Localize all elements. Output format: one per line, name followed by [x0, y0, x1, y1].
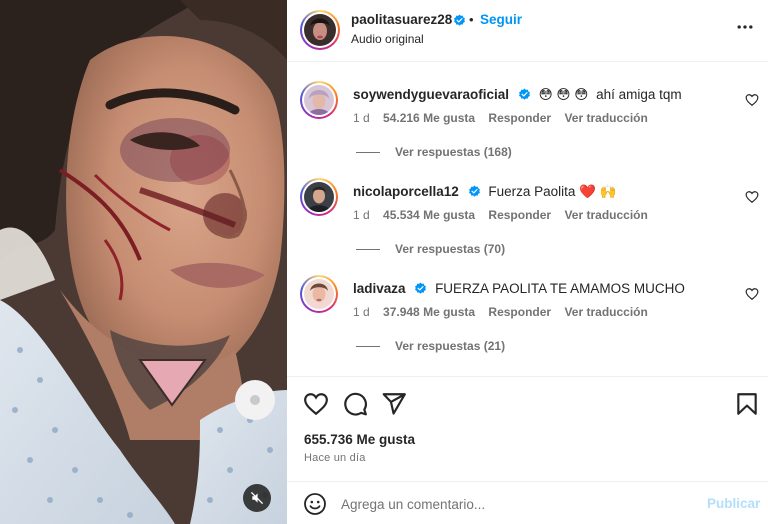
audio-label[interactable]: Audio original [351, 32, 424, 46]
emoji-smiley-icon[interactable] [303, 492, 327, 516]
reply-button[interactable]: Responder [488, 208, 551, 222]
comment-bubble-icon[interactable] [342, 391, 368, 417]
view-replies-button[interactable]: Ver respuestas (21) [356, 339, 505, 353]
comment-item: soywendyguevaraoficial 😳 😳 😳 ahí amiga t… [287, 63, 768, 160]
replies-label: Ver respuestas (21) [395, 339, 506, 353]
verified-badge-icon [518, 88, 530, 100]
comment-meta: 1 d 45.534 Me gusta Responder Ver traduc… [353, 208, 658, 222]
comment-likes[interactable]: 54.216 Me gusta [383, 111, 475, 125]
likes-count[interactable]: 655.736 Me gusta [304, 432, 415, 447]
comment-text: ahí amiga tqm [596, 87, 682, 102]
verified-badge-icon [454, 14, 465, 26]
view-replies-button[interactable]: Ver respuestas (70) [356, 242, 505, 256]
post-side-panel: paolitasuarez28 • Seguir Audio original [287, 0, 768, 524]
comment-meta: 1 d 37.948 Me gusta Responder Ver traduc… [353, 305, 658, 319]
heart-icon[interactable] [303, 391, 329, 417]
comment-line: soywendyguevaraoficial 😳 😳 😳 ahí amiga t… [353, 87, 682, 103]
comment-age: 1 d [353, 208, 370, 222]
replies-divider [356, 249, 380, 251]
reply-button[interactable]: Responder [488, 111, 551, 125]
follow-button[interactable]: Seguir [480, 12, 522, 27]
author-username[interactable]: paolitasuarez28 [351, 12, 452, 27]
comment-likes[interactable]: 45.534 Me gusta [383, 208, 475, 222]
comment-age: 1 d [353, 111, 370, 125]
replies-label: Ver respuestas (70) [395, 242, 506, 256]
post-photo [0, 0, 287, 524]
verified-badge-icon [415, 282, 427, 294]
replies-divider [356, 346, 380, 348]
mute-button[interactable] [243, 484, 271, 512]
reply-button[interactable]: Responder [488, 305, 551, 319]
comment-meta: 1 d 54.216 Me gusta Responder Ver traduc… [353, 111, 658, 125]
translate-button[interactable]: Ver traducción [564, 305, 647, 319]
header-separator: • [469, 12, 474, 27]
verified-badge-icon [468, 185, 480, 197]
post-header: paolitasuarez28 • Seguir Audio original [287, 0, 768, 62]
heart-icon[interactable] [745, 93, 759, 107]
view-replies-button[interactable]: Ver respuestas (168) [356, 145, 512, 159]
comment-likes[interactable]: 37.948 Me gusta [383, 305, 475, 319]
commenter-username[interactable]: soywendyguevaraoficial [353, 87, 509, 102]
post-media[interactable] [0, 0, 287, 524]
post-actions: 655.736 Me gusta Hace un día [287, 376, 768, 491]
author-avatar[interactable] [300, 10, 340, 50]
comment-input[interactable] [341, 490, 691, 518]
speaker-muted-icon [251, 492, 263, 504]
commenter-username[interactable]: nicolaporcella12 [353, 184, 459, 199]
replies-label: Ver respuestas (168) [395, 145, 512, 159]
replies-divider [356, 152, 380, 154]
comment-text: FUERZA PAOLITA TE AMAMOS MUCHO [435, 281, 685, 296]
comment-item: ladivaza FUERZA PAOLITA TE AMAMOS MUCHO … [287, 257, 768, 354]
comment-line: ladivaza FUERZA PAOLITA TE AMAMOS MUCHO [353, 281, 685, 296]
heart-icon[interactable] [745, 190, 759, 204]
comment-emoji: 😳 😳 😳 [538, 87, 589, 102]
bookmark-icon[interactable] [734, 391, 760, 417]
post-time[interactable]: Hace un día [304, 452, 366, 464]
translate-button[interactable]: Ver traducción [564, 208, 647, 222]
commenter-avatar[interactable] [300, 275, 338, 313]
comments-list: soywendyguevaraoficial 😳 😳 😳 ahí amiga t… [287, 63, 768, 375]
comment-item: nicolaporcella12 Fuerza Paolita ❤️ 🙌 1 d… [287, 160, 768, 257]
publish-button[interactable]: Publicar [707, 496, 760, 511]
paper-plane-icon[interactable] [381, 391, 407, 417]
comment-line: nicolaporcella12 Fuerza Paolita ❤️ 🙌 [353, 184, 617, 200]
comment-age: 1 d [353, 305, 370, 319]
comment-text: Fuerza Paolita ❤️ 🙌 [488, 184, 617, 199]
commenter-username[interactable]: ladivaza [353, 281, 406, 296]
translate-button[interactable]: Ver traducción [564, 111, 647, 125]
heart-icon[interactable] [745, 287, 759, 301]
more-options-icon[interactable] [735, 17, 755, 37]
comment-composer: Publicar [287, 481, 768, 524]
commenter-avatar[interactable] [300, 178, 338, 216]
commenter-avatar[interactable] [300, 81, 338, 119]
